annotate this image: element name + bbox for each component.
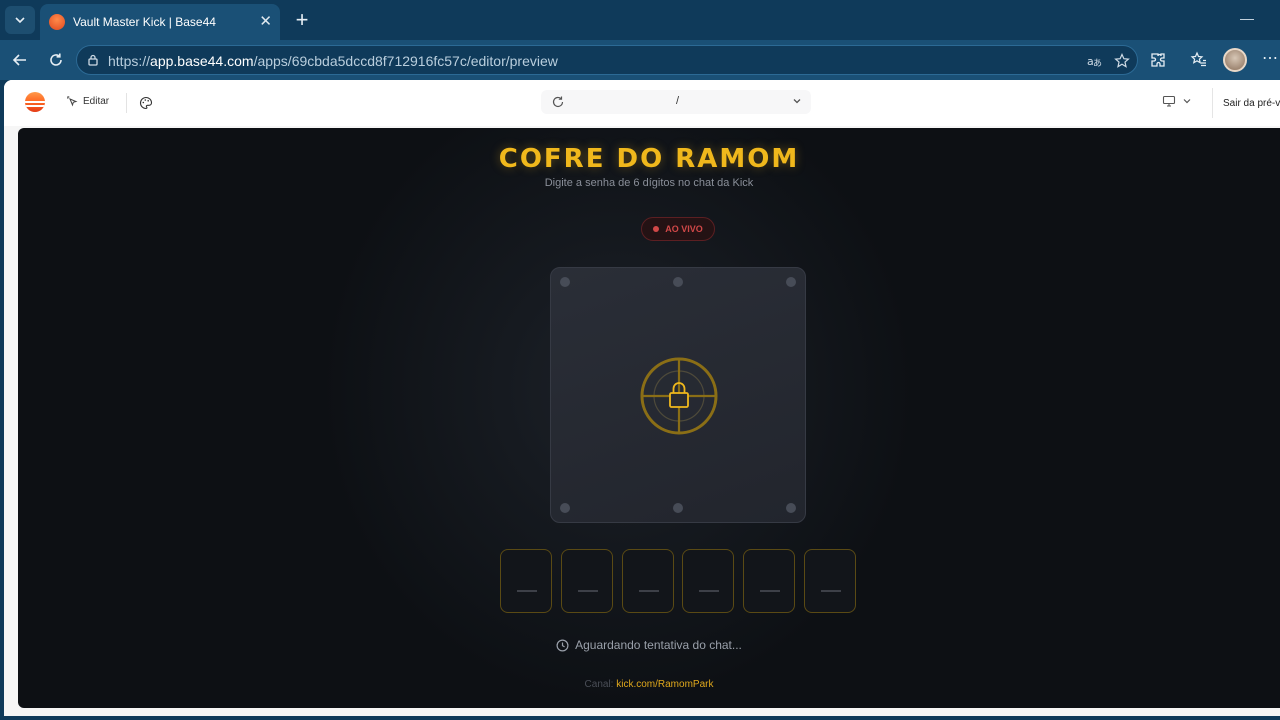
vault-safe bbox=[550, 267, 806, 523]
live-badge-label: AO VIVO bbox=[665, 224, 703, 234]
digit-slot bbox=[500, 549, 552, 613]
translate-icon[interactable]: aあ bbox=[1085, 52, 1103, 70]
digit-slot bbox=[743, 549, 795, 613]
chevron-down-icon bbox=[15, 17, 25, 24]
minimize-window-button[interactable]: — bbox=[1240, 10, 1254, 26]
channel-label: Canal: bbox=[584, 679, 614, 690]
channel-info: Canal: kick.com/RamomPark bbox=[18, 679, 1280, 690]
live-status-badge: AO VIVO bbox=[641, 217, 715, 241]
profile-avatar[interactable] bbox=[1223, 48, 1247, 72]
waiting-status: Aguardando tentativa do chat... bbox=[18, 638, 1280, 652]
live-dot-icon bbox=[653, 226, 660, 232]
safe-bolt bbox=[786, 503, 796, 513]
exit-preview-button[interactable]: Sair da pré-vi bbox=[1212, 88, 1280, 118]
safe-bolt bbox=[560, 503, 570, 513]
digit-placeholder-dash bbox=[699, 590, 719, 592]
digit-placeholder-dash bbox=[760, 590, 780, 592]
device-preview-selector[interactable] bbox=[1162, 95, 1192, 107]
favorites-list-icon[interactable] bbox=[1189, 50, 1209, 70]
more-menu-icon[interactable]: ⋯ bbox=[1262, 48, 1279, 68]
cursor-click-icon bbox=[67, 96, 78, 107]
url-prefix: https:// bbox=[108, 53, 151, 69]
extensions-icon[interactable] bbox=[1148, 50, 1168, 70]
clock-icon bbox=[556, 638, 569, 652]
safe-bolt bbox=[786, 277, 796, 287]
address-bar[interactable]: https://app.base44.com/apps/69cbda5dccd8… bbox=[76, 45, 1138, 75]
digit-placeholder-dash bbox=[578, 590, 598, 592]
url-text: https://app.base44.com/apps/69cbda5dccd8… bbox=[108, 53, 558, 69]
digit-placeholder-dash bbox=[821, 590, 841, 592]
safe-bolt bbox=[560, 277, 570, 287]
waiting-status-text: Aguardando tentativa do chat... bbox=[575, 638, 742, 652]
vault-title: COFRE DO RAMOM bbox=[498, 144, 800, 174]
browser-tab-bar: Vault Master Kick | Base44 ✕ + — bbox=[0, 0, 1280, 40]
svg-text:あ: あ bbox=[1093, 58, 1102, 69]
password-digits bbox=[500, 549, 860, 613]
monitor-icon bbox=[1162, 95, 1176, 107]
digit-placeholder-dash bbox=[517, 590, 537, 592]
url-host: app.base44.com bbox=[150, 53, 254, 69]
safe-bolt bbox=[673, 503, 683, 513]
browser-toolbar: https://app.base44.com/apps/69cbda5dccd8… bbox=[0, 40, 1280, 80]
edit-button-label: Editar bbox=[83, 95, 110, 107]
url-path: /apps/69cbda5dccd8f712916fc57c/editor/pr… bbox=[253, 53, 558, 69]
digit-placeholder-dash bbox=[639, 590, 659, 592]
refresh-icon bbox=[50, 53, 62, 66]
window-bottom-edge bbox=[0, 716, 1280, 720]
chevron-down-icon bbox=[793, 99, 801, 104]
toolbar-divider bbox=[126, 93, 127, 113]
reload-button[interactable] bbox=[44, 48, 68, 72]
channel-link[interactable]: kick.com/RamomPark bbox=[616, 679, 713, 690]
edit-button[interactable]: Editar bbox=[66, 95, 109, 107]
base44-favicon-icon bbox=[49, 14, 65, 30]
chevron-down-icon bbox=[1183, 99, 1191, 104]
safe-bolt bbox=[673, 277, 683, 287]
route-selector[interactable]: / bbox=[541, 90, 811, 114]
app-canvas: COFRE DO RAMOM Digite a senha de 6 dígit… bbox=[18, 128, 1280, 708]
base44-logo-icon[interactable] bbox=[25, 92, 45, 112]
close-tab-icon[interactable]: ✕ bbox=[259, 12, 272, 32]
arrow-left-icon bbox=[12, 54, 26, 66]
digit-slot bbox=[561, 549, 613, 613]
route-path: / bbox=[676, 95, 680, 107]
back-button[interactable] bbox=[8, 48, 32, 72]
page-viewport: Editar / Sair da pré-vi COFRE DO RAMOM D… bbox=[4, 80, 1280, 716]
vault-subtitle: Digite a senha de 6 dígitos no chat da K… bbox=[544, 177, 754, 189]
vault-lock-dial-icon bbox=[640, 357, 718, 435]
tab-title: Vault Master Kick | Base44 bbox=[73, 15, 216, 29]
favorite-star-icon[interactable] bbox=[1113, 52, 1131, 70]
new-tab-button[interactable]: + bbox=[290, 8, 314, 32]
site-info-lock-icon[interactable] bbox=[86, 53, 100, 67]
browser-tab-active[interactable]: Vault Master Kick | Base44 ✕ bbox=[40, 4, 280, 40]
digit-slot bbox=[622, 549, 674, 613]
base44-editor-bar: Editar / Sair da pré-vi bbox=[4, 80, 1280, 126]
digit-slot bbox=[804, 549, 856, 613]
palette-icon[interactable] bbox=[139, 96, 153, 110]
tab-actions-button[interactable] bbox=[5, 6, 35, 34]
refresh-preview-icon[interactable] bbox=[551, 95, 565, 109]
digit-slot bbox=[682, 549, 734, 613]
